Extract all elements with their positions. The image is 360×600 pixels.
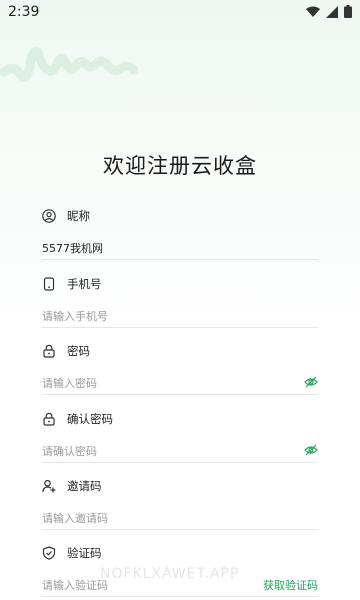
phone-label: 手机号 — [67, 277, 102, 291]
lock-icon — [42, 344, 56, 358]
phone-icon — [42, 277, 56, 291]
phone-field: 手机号 请输入手机号 — [42, 275, 318, 328]
shield-icon — [42, 546, 56, 560]
confirm-password-input[interactable]: 请确认密码 — [42, 443, 318, 459]
signal-icon — [326, 5, 338, 18]
invite-code-field: 邀请码 请输入邀请码 — [42, 477, 318, 530]
password-input[interactable]: 请输入密码 — [42, 375, 318, 391]
confirm-password-field: 确认密码 请确认密码 — [42, 410, 318, 463]
nickname-field: 昵称 5577我机网 — [42, 207, 318, 260]
password-label: 密码 — [67, 344, 90, 358]
verification-code-label: 验证码 — [67, 546, 102, 560]
eye-hidden-icon[interactable] — [304, 443, 318, 457]
eye-hidden-icon[interactable] — [304, 375, 318, 389]
get-code-button[interactable]: 获取验证码 — [263, 577, 318, 593]
confirm-password-label: 确认密码 — [67, 412, 113, 426]
invite-code-label: 邀请码 — [67, 479, 102, 493]
watermark: NOFKLXAWET.APP — [100, 566, 240, 582]
password-field: 密码 请输入密码 — [42, 342, 318, 395]
add-user-icon — [42, 479, 56, 493]
status-time: 2:39 — [8, 4, 40, 20]
page-title: 欢迎注册云收盒 — [103, 154, 257, 178]
phone-input[interactable]: 请输入手机号 — [42, 308, 318, 324]
decorative-swirl — [0, 46, 139, 82]
wifi-icon — [306, 6, 320, 17]
user-icon — [42, 209, 56, 223]
status-bar: 2:39 — [0, 0, 360, 24]
nickname-input[interactable]: 5577我机网 — [42, 240, 318, 256]
status-icons — [306, 5, 352, 18]
lock-icon — [42, 412, 56, 426]
battery-icon — [344, 5, 352, 18]
nickname-label: 昵称 — [67, 209, 90, 223]
invite-code-input[interactable]: 请输入邀请码 — [42, 510, 318, 526]
